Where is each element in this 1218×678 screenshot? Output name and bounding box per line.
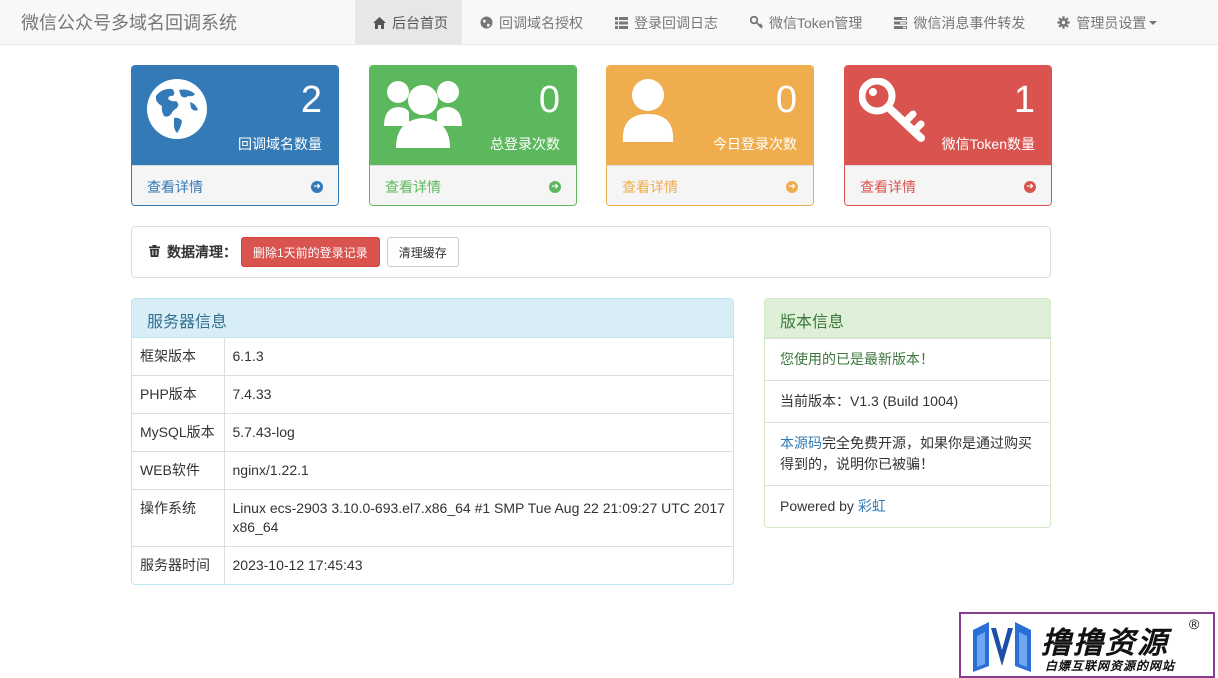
row-value: nginx/1.22.1	[224, 451, 733, 490]
version-info-panel: 版本信息 您使用的已是最新版本！ 当前版本：V1.3 (Build 1004) …	[764, 298, 1051, 528]
row-value: Linux ecs-2903 3.10.0-693.el7.x86_64 #1 …	[224, 489, 733, 547]
view-details-label: 查看详情	[860, 178, 916, 195]
nav-item-label: 微信消息事件转发	[913, 14, 1026, 31]
server-info-table: 框架版本 6.1.3 PHP版本 7.4.33 MySQL版本 5.7.43-l…	[132, 338, 733, 584]
row-key: MySQL版本	[132, 413, 225, 452]
watermark-banner: 撸撸资源 ® 白嫖互联网资源的网站	[959, 612, 1215, 678]
globe-icon	[146, 78, 208, 143]
home-icon	[372, 16, 386, 30]
nav-item-login-log[interactable]: 登录回调日志	[597, 0, 732, 45]
nav-item-domain-auth[interactable]: 回调域名授权	[462, 0, 597, 45]
powered-by: Powered by 彩虹	[765, 485, 1050, 527]
nav-item-token[interactable]: 微信Token管理	[732, 0, 876, 45]
chevron-down-icon	[1149, 20, 1158, 25]
tasks-icon	[893, 16, 907, 30]
open-source-notice: 本源码完全免费开源，如果你是通过购买得到的，说明你已被骗！	[765, 422, 1050, 485]
brand-title[interactable]: 微信公众号多域名回调系统	[21, 9, 237, 35]
view-details-label: 查看详情	[622, 178, 678, 195]
main-nav: 后台首页 回调域名授权 登录回调日志 微信Token管理 微信消息事件转发 管理…	[355, 0, 1171, 45]
key-icon	[749, 16, 763, 30]
registered-mark: ®	[1189, 616, 1200, 632]
list-icon	[614, 16, 628, 30]
clear-cache-button[interactable]: 清理缓存	[386, 237, 459, 267]
nav-item-home[interactable]: 后台首页	[355, 0, 462, 45]
row-value: 2023-10-12 17:45:43	[224, 546, 733, 584]
row-value: 6.1.3	[232, 348, 264, 364]
stat-value: 2	[300, 79, 322, 121]
server-info-panel: 服务器信息 框架版本 6.1.3 PHP版本 7.4.33 MySQL版本 5.…	[131, 298, 734, 585]
stat-label: 总登录次数	[490, 136, 560, 152]
view-details-link[interactable]: 查看详情 ➜	[607, 165, 813, 205]
stat-label: 回调域名数量	[238, 136, 322, 152]
nav-item-admin-settings[interactable]: 管理员设置	[1039, 0, 1171, 45]
arrow-circle-right-icon: ➜	[311, 180, 323, 193]
nav-item-label: 微信Token管理	[769, 14, 863, 31]
nav-item-label: 后台首页	[392, 14, 448, 31]
row-value: 5.7.43-log	[224, 413, 733, 452]
stat-panel-tokens: 1 微信Token数量 查看详情 ➜	[844, 65, 1052, 206]
watermark-logo	[969, 620, 1035, 677]
stat-panel-heading: 1 微信Token数量	[845, 66, 1051, 165]
table-row: MySQL版本 5.7.43-log	[132, 413, 733, 452]
globe-icon	[479, 16, 493, 30]
user-icon	[621, 78, 675, 147]
row-key: PHP版本	[132, 375, 225, 414]
watermark-title: 撸撸资源	[1041, 627, 1169, 660]
stat-panel-total-logins: 0 总登录次数 查看详情 ➜	[369, 65, 577, 206]
arrow-circle-right-icon: ➜	[786, 180, 798, 193]
cleanup-title: 数据清理：	[167, 244, 237, 260]
stat-panel-heading: 0 今日登录次数	[607, 66, 813, 165]
stat-value: 0	[775, 79, 797, 121]
table-row: 操作系统 Linux ecs-2903 3.10.0-693.el7.x86_6…	[132, 489, 733, 547]
table-row: 服务器时间 2023-10-12 17:45:43	[132, 546, 733, 584]
view-details-link[interactable]: 查看详情 ➜	[370, 165, 576, 205]
table-row: PHP版本 7.4.33	[132, 375, 733, 414]
nav-item-label: 管理员设置	[1076, 14, 1147, 31]
data-cleanup-panel: 数据清理： 删除1天前的登录记录 清理缓存	[131, 226, 1051, 278]
nav-item-message-forward[interactable]: 微信消息事件转发	[876, 0, 1039, 45]
latest-version-notice: 您使用的已是最新版本！	[765, 338, 1050, 380]
stat-value: 1	[1013, 79, 1035, 121]
nav-item-label: 回调域名授权	[499, 14, 583, 31]
view-details-link[interactable]: 查看详情 ➜	[132, 165, 338, 205]
stat-panel-domains: 2 回调域名数量 查看详情 ➜	[131, 65, 339, 206]
users-icon	[384, 78, 462, 151]
version-info-title: 版本信息	[765, 299, 1050, 338]
watermark-subtitle: 白嫖互联网资源的网站	[1045, 659, 1176, 673]
top-navbar: 微信公众号多域名回调系统 后台首页 回调域名授权 登录回调日志 微信Token管…	[0, 0, 1218, 45]
stat-panel-heading: 2 回调域名数量	[132, 66, 338, 165]
stat-value: 0	[538, 79, 560, 121]
stat-label: 今日登录次数	[713, 136, 797, 152]
source-code-link[interactable]: 本源码	[780, 435, 822, 451]
table-row: WEB软件 nginx/1.22.1	[132, 451, 733, 490]
stat-label: 微信Token数量	[941, 136, 1035, 152]
key-icon	[858, 77, 927, 145]
view-details-label: 查看详情	[385, 178, 441, 195]
current-version: 当前版本：V1.3 (Build 1004)	[765, 380, 1050, 422]
server-info-title: 服务器信息	[132, 299, 733, 338]
row-key: 服务器时间	[132, 546, 225, 584]
view-details-link[interactable]: 查看详情 ➜	[845, 165, 1051, 205]
author-link[interactable]: 彩虹	[858, 498, 886, 514]
arrow-circle-right-icon: ➜	[1024, 180, 1036, 193]
table-row: 框架版本 6.1.3	[132, 338, 733, 376]
powered-by-prefix: Powered by	[780, 498, 858, 514]
row-key: 框架版本	[132, 338, 225, 376]
row-key: WEB软件	[132, 451, 225, 490]
trash-icon	[149, 244, 160, 260]
nav-item-label: 登录回调日志	[634, 14, 718, 31]
stat-panel-heading: 0 总登录次数	[370, 66, 576, 165]
delete-old-logins-button[interactable]: 删除1天前的登录记录	[241, 237, 380, 267]
row-value: 7.4.33	[224, 375, 733, 414]
arrow-circle-right-icon: ➜	[549, 180, 561, 193]
gear-icon	[1056, 16, 1070, 30]
stat-panel-today-logins: 0 今日登录次数 查看详情 ➜	[606, 65, 814, 206]
row-key: 操作系统	[132, 489, 225, 547]
view-details-label: 查看详情	[147, 178, 203, 195]
